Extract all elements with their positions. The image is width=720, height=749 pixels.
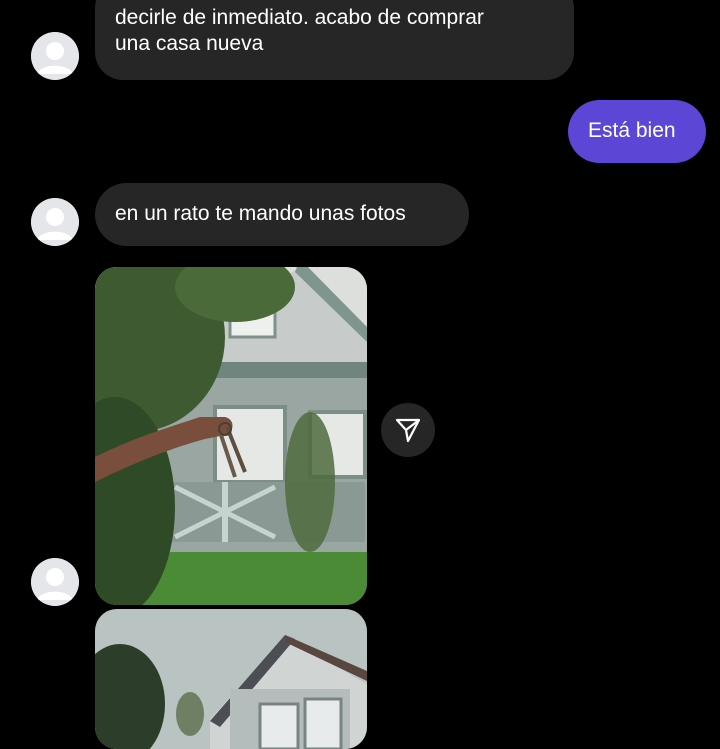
avatar[interactable] — [31, 32, 79, 80]
avatar[interactable] — [31, 558, 79, 606]
house-keys-photo — [95, 267, 367, 605]
avatar-placeholder-icon — [31, 558, 79, 606]
message-bubble-incoming[interactable]: en un rato te mando unas fotos — [95, 183, 469, 246]
message-bubble-outgoing[interactable]: Está bien — [568, 100, 706, 163]
message-text: en un rato te mando unas fotos — [115, 202, 406, 225]
shared-photo[interactable] — [95, 267, 367, 605]
message-text: Está bien — [588, 119, 676, 142]
message-bubble-incoming[interactable]: decirle de inmediato. acabo de comprar u… — [95, 0, 574, 80]
house-exterior-photo — [95, 609, 367, 749]
share-button[interactable] — [381, 403, 435, 457]
avatar[interactable] — [31, 198, 79, 246]
send-paper-plane-icon — [395, 418, 421, 443]
avatar-placeholder-icon — [31, 198, 79, 246]
shared-photo[interactable] — [95, 609, 367, 749]
message-text-line: decirle de inmediato. acabo de comprar — [115, 6, 484, 29]
avatar-placeholder-icon — [31, 32, 79, 80]
message-text-line: una casa nueva — [115, 32, 264, 55]
